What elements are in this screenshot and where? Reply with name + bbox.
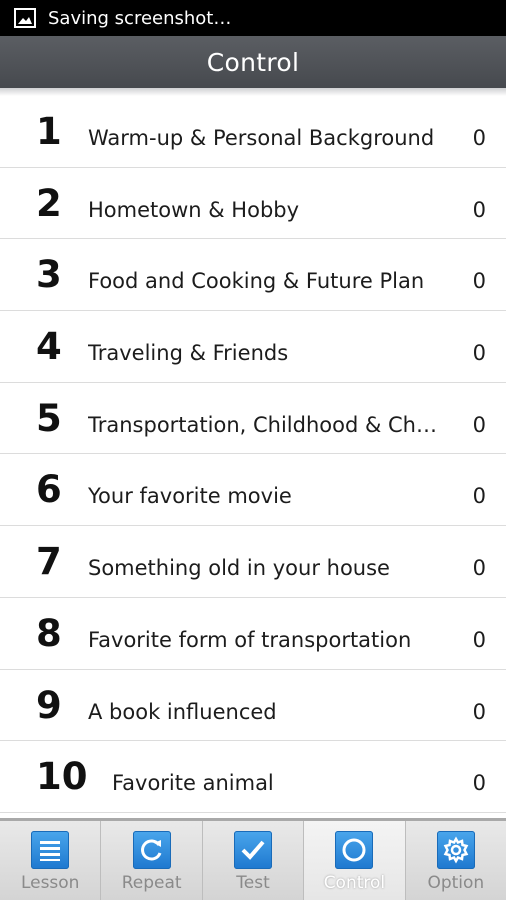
lesson-list: 1 Warm-up & Personal Background 0 2 Home… [0,96,506,813]
lesson-number: 4 [36,325,62,369]
list-item[interactable]: 3 Food and Cooking & Future Plan 0 [0,239,506,312]
page-title: Control [206,47,300,77]
list-item[interactable]: 5 Transportation, Childhood & Ch… 0 [0,383,506,455]
lesson-number: 1 [36,110,62,153]
lesson-number: 9 [36,683,62,727]
bottom-tab-bar: Lesson Repeat Test Control Option [0,818,506,900]
lesson-number: 3 [36,253,62,297]
lesson-number: 7 [36,540,62,584]
circle-icon [335,831,374,869]
list-icon [31,831,70,869]
repeat-icon [132,831,171,869]
title-shadow [0,88,506,96]
lesson-number: 5 [36,396,62,440]
list-item[interactable]: 7 Something old in your house 0 [0,526,506,598]
tab-label: Option [427,873,485,893]
tab-label: Control [323,873,386,893]
lesson-number: 6 [36,468,62,512]
tab-label: Lesson [20,873,80,893]
list-item[interactable]: 2 Hometown & Hobby 0 [0,168,506,240]
tab-option[interactable]: Option [406,821,506,900]
list-item[interactable]: 6 Your favorite movie 0 [0,454,506,527]
lesson-score: 0 [472,771,486,796]
status-notification-text: Saving screenshot… [48,7,232,29]
lesson-number: 10 [36,755,88,799]
lesson-title: Favorite animal [112,771,274,796]
gear-icon [436,831,475,869]
tab-label: Test [236,873,270,893]
checkmark-icon [234,831,273,869]
image-icon [14,8,36,28]
list-item[interactable]: 8 Favorite form of transportation 0 [0,598,506,670]
title-bar: Control [0,36,506,88]
list-item[interactable]: 10 Favorite animal 0 [0,741,506,813]
lesson-number: 8 [36,611,62,655]
tab-test[interactable]: Test [203,821,305,900]
list-item[interactable]: 1 Warm-up & Personal Background 0 [0,96,506,168]
list-item[interactable]: 4 Traveling & Friends 0 [0,311,506,383]
status-bar: Saving screenshot… [0,0,506,36]
tab-lesson[interactable]: Lesson [0,821,102,900]
tab-control[interactable]: Control [304,821,406,900]
list-item[interactable]: 9 A book influenced 0 [0,670,506,742]
lesson-number: 2 [36,181,62,225]
tab-label: Repeat [121,873,182,893]
tab-repeat[interactable]: Repeat [101,821,203,900]
